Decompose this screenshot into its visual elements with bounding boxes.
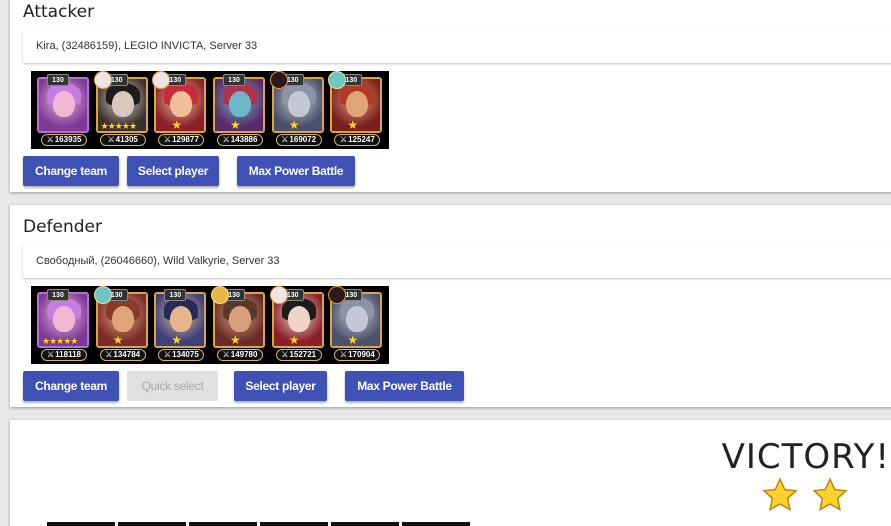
- hero-power-value: 134784: [113, 350, 141, 359]
- defender-max-power-battle-button[interactable]: Max Power Battle: [345, 371, 464, 401]
- attacker-select-player-button[interactable]: Select player: [127, 156, 219, 186]
- attacker-card: Attacker Kira, (32486159), LEGIO INVICTA…: [10, 0, 891, 192]
- hero-card[interactable]: 130 ★★★★★ ⚔41305: [93, 71, 151, 149]
- pet-icon: [93, 71, 112, 89]
- crossed-swords-icon: ⚔: [281, 135, 289, 144]
- defender-change-team-button[interactable]: Change team: [23, 371, 119, 401]
- defender-card: Defender Свободный, (26046660), Wild Val…: [10, 205, 891, 407]
- hero-power-value: 170904: [348, 350, 375, 359]
- victory-stars: [762, 477, 848, 513]
- hero-level-badge: 130: [223, 74, 246, 86]
- hero-power: ⚔149780: [217, 349, 264, 361]
- hero-power-value: 134075: [172, 350, 199, 359]
- battle-result-card: VICTORY!: [10, 420, 891, 526]
- hero-power: ⚔134075: [158, 349, 205, 361]
- hero-stars: ★: [347, 333, 358, 347]
- crossed-swords-icon: ⚔: [163, 135, 172, 144]
- hero-stars: ★★★★★: [100, 121, 137, 131]
- result-hero-slot: [402, 522, 470, 526]
- attacker-max-power-battle-button[interactable]: Max Power Battle: [237, 156, 355, 186]
- hero-power: ⚔125247: [334, 134, 381, 146]
- hero-stars: ★: [288, 333, 300, 347]
- hero-card[interactable]: 130 ★ ⚔143886: [210, 71, 268, 149]
- crossed-swords-icon: ⚔: [339, 350, 348, 359]
- hero-stars: ★: [112, 333, 124, 347]
- hero-card[interactable]: 130 ★ ⚔134075: [151, 286, 209, 364]
- hero-stars: ★: [288, 118, 300, 132]
- crossed-swords-icon: ⚔: [339, 135, 348, 144]
- defender-quick-select-button[interactable]: Quick select: [127, 371, 218, 401]
- hero-card[interactable]: 130 ★★★★★ ⚔118118: [34, 286, 92, 364]
- crossed-swords-icon: ⚔: [222, 135, 230, 144]
- hero-power-value: 143886: [230, 135, 258, 144]
- hero-stars: ★: [230, 118, 241, 132]
- pet-icon: [269, 71, 288, 89]
- hero-stars: ★★★★★: [42, 336, 78, 346]
- hero-power-value: 129877: [172, 135, 199, 144]
- hero-power-value: 41305: [115, 135, 138, 144]
- hero-stars: ★: [230, 333, 241, 347]
- hero-power: ⚔169072: [275, 134, 322, 146]
- hero-power-value: 125247: [348, 135, 375, 144]
- crossed-swords-icon: ⚔: [105, 350, 113, 359]
- hero-power: ⚔143886: [217, 134, 264, 146]
- defender-select-player-button[interactable]: Select player: [234, 371, 327, 401]
- hero-level-badge: 130: [164, 289, 187, 301]
- hero-power-value: 149780: [230, 350, 258, 359]
- hero-power: ⚔41305: [99, 134, 146, 146]
- hero-level-badge: 130: [47, 74, 69, 86]
- crossed-swords-icon: ⚔: [47, 350, 55, 359]
- attacker-change-team-button[interactable]: Change team: [23, 156, 119, 186]
- pet-icon: [269, 286, 288, 304]
- hero-power-value: 163935: [54, 135, 82, 144]
- attacker-title: Attacker: [23, 2, 95, 22]
- hero-power: ⚔152721: [275, 349, 322, 361]
- hero-power: ⚔163935: [41, 134, 87, 146]
- result-hero-slot: [47, 522, 115, 526]
- hero-card[interactable]: 130 ★ ⚔134784: [93, 286, 151, 364]
- hero-card[interactable]: 130 ★ ⚔149780: [210, 286, 268, 364]
- crossed-swords-icon: ⚔: [107, 135, 115, 144]
- attacker-team-strip[interactable]: 130 ⚔163935 130 ★★★★★ ⚔41305 130 ★ ⚔129877 130 ★ ⚔…: [31, 71, 389, 149]
- crossed-swords-icon: ⚔: [163, 350, 172, 359]
- crossed-swords-icon: ⚔: [281, 350, 289, 359]
- hero-card[interactable]: 130 ★ ⚔125247: [327, 71, 385, 149]
- pet-icon: [93, 286, 112, 304]
- hero-card[interactable]: 130 ⚔163935: [34, 71, 92, 149]
- crossed-swords-icon: ⚔: [46, 135, 54, 144]
- result-hero-slot: [189, 522, 257, 526]
- result-team-strip: [47, 522, 470, 526]
- hero-power: ⚔170904: [334, 349, 381, 361]
- victory-title: VICTORY!: [721, 437, 890, 477]
- result-hero-slot: [118, 522, 186, 526]
- hero-power: ⚔134784: [99, 349, 146, 361]
- hero-card[interactable]: 130 ★ ⚔129877: [151, 71, 209, 149]
- hero-card[interactable]: 130 ★ ⚔170904: [327, 286, 385, 364]
- hero-power-value: 152721: [289, 350, 317, 359]
- defender-team-strip[interactable]: 130 ★★★★★ ⚔118118 130 ★ ⚔134784 130 ★ ⚔134075 130…: [31, 286, 389, 364]
- pet-icon: [211, 286, 230, 304]
- hero-card[interactable]: 130 ★ ⚔152721: [269, 286, 327, 364]
- hero-stars: ★: [171, 118, 182, 132]
- hero-stars: ★: [347, 118, 358, 132]
- crossed-swords-icon: ⚔: [222, 350, 230, 359]
- hero-power-value: 169072: [289, 135, 317, 144]
- attacker-player-info: Kira, (32486159), LEGIO INVICTA, Server …: [23, 30, 891, 63]
- victory-star-icon: [762, 477, 798, 512]
- hero-card[interactable]: 130 ★ ⚔169072: [269, 71, 327, 149]
- hero-stars: ★: [171, 333, 182, 347]
- defender-title: Defender: [23, 217, 103, 237]
- hero-power: ⚔118118: [41, 349, 87, 361]
- victory-star-icon: [812, 477, 848, 512]
- result-hero-slot: [331, 522, 399, 526]
- result-hero-slot: [260, 522, 328, 526]
- hero-level-badge: 130: [47, 289, 69, 301]
- hero-power-value: 118118: [55, 350, 81, 359]
- defender-player-info: Свободный, (26046660), Wild Valkyrie, Se…: [23, 245, 891, 278]
- hero-power: ⚔129877: [158, 134, 205, 146]
